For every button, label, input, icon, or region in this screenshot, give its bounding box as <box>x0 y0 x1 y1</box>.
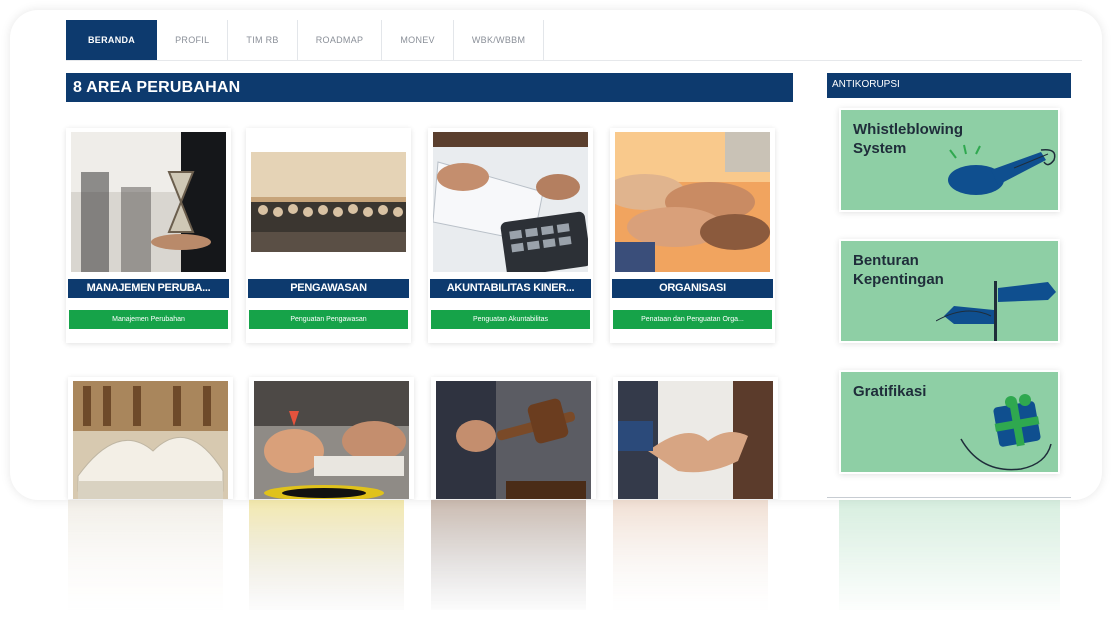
gavel-photo <box>436 381 591 499</box>
top-nav: BERANDA PROFIL TIM RB ROADMAP MONEV WBK/… <box>66 20 545 60</box>
hands-photo <box>615 132 770 272</box>
dart-photo <box>254 381 409 499</box>
area-card-manajemen[interactable]: MANAJEMEN PERUBA... Manajemen Perubahan <box>66 128 231 343</box>
browser-frame: BERANDA PROFIL TIM RB ROADMAP MONEV WBK/… <box>10 10 1102 500</box>
gift-hand-icon <box>960 394 1052 471</box>
calculator-photo <box>433 132 588 272</box>
reflection-block <box>249 500 404 610</box>
reflection-effect <box>10 500 1102 617</box>
section-title: 8 AREA PERUBAHAN <box>66 73 793 102</box>
sidebar-divider <box>827 497 1071 498</box>
nav-divider <box>66 60 1082 61</box>
handshake-photo <box>618 381 773 499</box>
area-card-row2-2[interactable] <box>249 377 414 499</box>
card-title[interactable]: PENGAWASAN <box>248 279 409 298</box>
area-card-organisasi[interactable]: ORGANISASI Penataan dan Penguatan Orga..… <box>610 128 775 343</box>
sidebar-title: ANTIKORUPSI <box>827 73 1071 98</box>
banner-benturan-kepentingan[interactable]: Benturan Kepentingan <box>839 239 1060 343</box>
area-card-row2-3[interactable] <box>431 377 596 499</box>
card-title[interactable]: ORGANISASI <box>612 279 773 298</box>
banner-text: Benturan Kepentingan <box>853 252 944 288</box>
card-title[interactable]: AKUNTABILITAS KINER... <box>430 279 591 298</box>
nav-profil[interactable]: PROFIL <box>157 20 229 60</box>
book-photo <box>73 381 228 499</box>
signpost-icon <box>936 281 1056 341</box>
area-card-row2-4[interactable] <box>613 377 778 499</box>
nav-roadmap[interactable]: ROADMAP <box>298 20 383 60</box>
whistle-icon <box>948 144 1056 195</box>
area-card-pengawasan[interactable]: PENGAWASAN Penguatan Pengawasan <box>246 128 411 343</box>
banner-gratifikasi[interactable]: Gratifikasi <box>839 370 1060 474</box>
card-subtitle-button[interactable]: Penguatan Pengawasan <box>249 310 408 329</box>
reflection-block <box>613 500 768 610</box>
nav-tim-rb[interactable]: TIM RB <box>228 20 298 60</box>
reflection-block <box>839 500 1060 610</box>
banner-text: Gratifikasi <box>853 383 927 400</box>
card-title[interactable]: MANAJEMEN PERUBA... <box>68 279 229 298</box>
card-subtitle-button[interactable]: Penataan dan Penguatan Orga... <box>613 310 772 329</box>
area-card-row2-1[interactable] <box>68 377 233 499</box>
card-subtitle-button[interactable]: Penguatan Akuntabilitas <box>431 310 590 329</box>
nav-wbk-wbbm[interactable]: WBK/WBBM <box>454 20 545 60</box>
reflection-block <box>431 500 586 610</box>
hourglass-photo <box>71 132 226 272</box>
group-photo <box>251 132 406 272</box>
banner-whistleblowing[interactable]: Whistleblowing System <box>839 108 1060 212</box>
nav-monev[interactable]: MONEV <box>382 20 454 60</box>
area-card-akuntabilitas[interactable]: AKUNTABILITAS KINER... Penguatan Akuntab… <box>428 128 593 343</box>
reflection-block <box>68 500 223 610</box>
nav-beranda[interactable]: BERANDA <box>66 20 158 60</box>
card-subtitle-button[interactable]: Manajemen Perubahan <box>69 310 228 329</box>
